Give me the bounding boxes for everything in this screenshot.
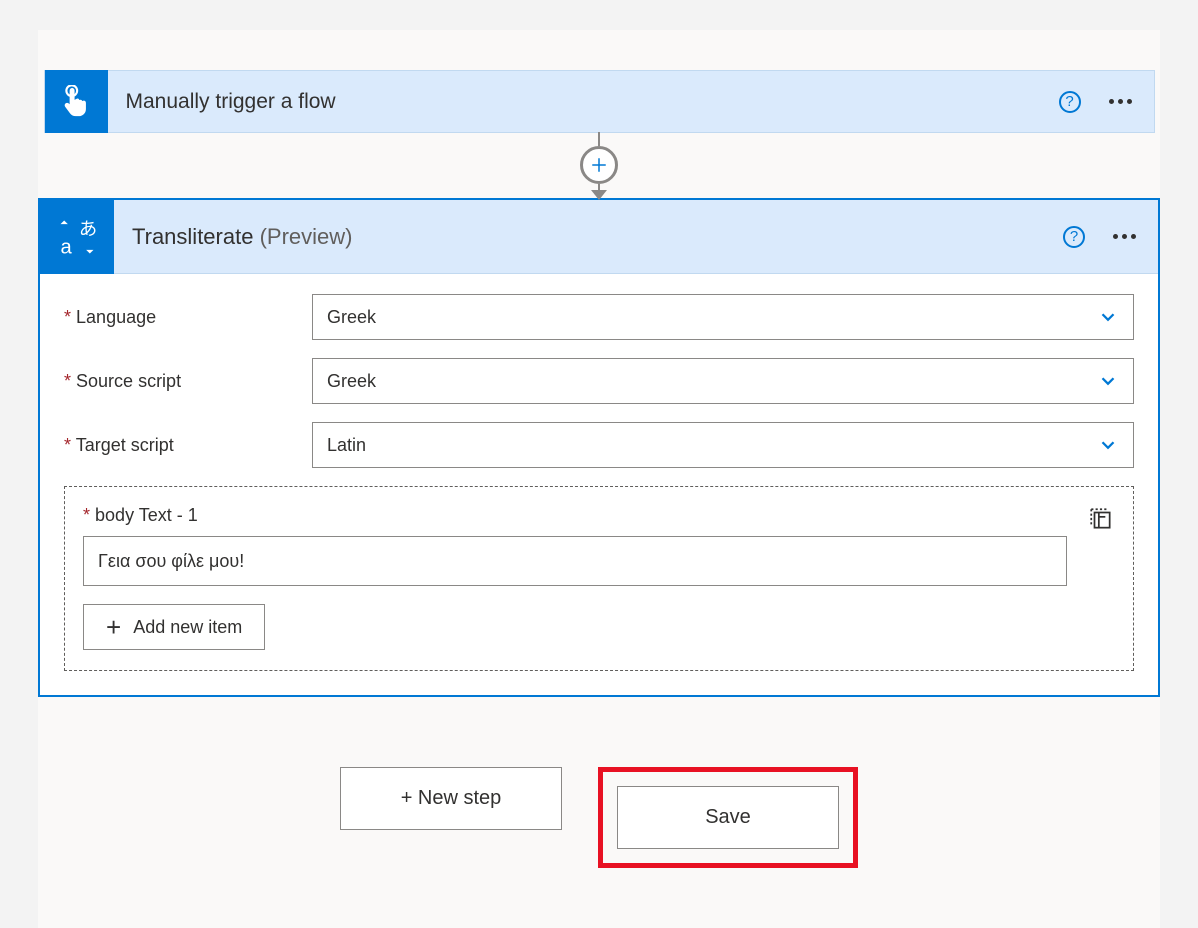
action-actions: ? <box>1063 226 1158 248</box>
add-item-label: Add new item <box>133 617 242 638</box>
footer-buttons: + New step Save <box>38 767 1160 868</box>
plus-icon: + <box>106 612 121 643</box>
target-script-value: Latin <box>327 435 366 456</box>
trigger-actions: ? <box>1059 91 1154 113</box>
action-preview-label: (Preview) <box>260 224 353 249</box>
body-text-input[interactable] <box>83 536 1067 586</box>
action-card-transliterate: あ a Transliterate (Preview) ? * Language <box>38 198 1160 697</box>
trigger-card[interactable]: Manually trigger a flow ? <box>44 70 1155 133</box>
chevron-down-icon <box>1097 370 1119 392</box>
language-value: Greek <box>327 307 376 328</box>
field-language: * Language Greek <box>64 294 1134 340</box>
translator-icon: あ a <box>40 200 114 274</box>
language-select[interactable]: Greek <box>312 294 1134 340</box>
manual-trigger-icon <box>45 70 108 133</box>
action-header[interactable]: あ a Transliterate (Preview) ? <box>40 200 1158 274</box>
trigger-title: Manually trigger a flow <box>108 90 1059 114</box>
flow-designer-canvas: Manually trigger a flow ? あ a Transl <box>38 30 1160 928</box>
more-icon[interactable] <box>1109 99 1132 104</box>
more-icon[interactable] <box>1113 234 1136 239</box>
insert-step-button[interactable] <box>580 146 618 184</box>
help-icon[interactable]: ? <box>1059 91 1081 113</box>
svg-text:あ: あ <box>79 218 97 239</box>
switch-to-array-icon[interactable] <box>1087 505 1115 533</box>
action-title: Transliterate (Preview) <box>114 224 1063 250</box>
new-step-button[interactable]: + New step <box>340 767 562 830</box>
field-label: Language <box>76 307 156 327</box>
array-label: body Text - 1 <box>95 505 198 525</box>
chevron-down-icon <box>1097 434 1119 456</box>
field-label: Source script <box>76 371 181 391</box>
connector <box>38 132 1160 198</box>
field-label: Target script <box>76 435 174 455</box>
target-script-select[interactable]: Latin <box>312 422 1134 468</box>
source-script-select[interactable]: Greek <box>312 358 1134 404</box>
field-target-script: * Target script Latin <box>64 422 1134 468</box>
chevron-down-icon <box>1097 306 1119 328</box>
field-source-script: * Source script Greek <box>64 358 1134 404</box>
svg-text:a: a <box>61 236 73 258</box>
save-button[interactable]: Save <box>617 786 839 849</box>
body-text-array: * body Text - 1 + <box>64 486 1134 671</box>
source-script-value: Greek <box>327 371 376 392</box>
help-icon[interactable]: ? <box>1063 226 1085 248</box>
save-highlight: Save <box>598 767 858 868</box>
action-title-text: Transliterate <box>132 224 253 249</box>
add-new-item-button[interactable]: + Add new item <box>83 604 265 650</box>
action-body: * Language Greek * Source script Greek <box>40 274 1158 695</box>
